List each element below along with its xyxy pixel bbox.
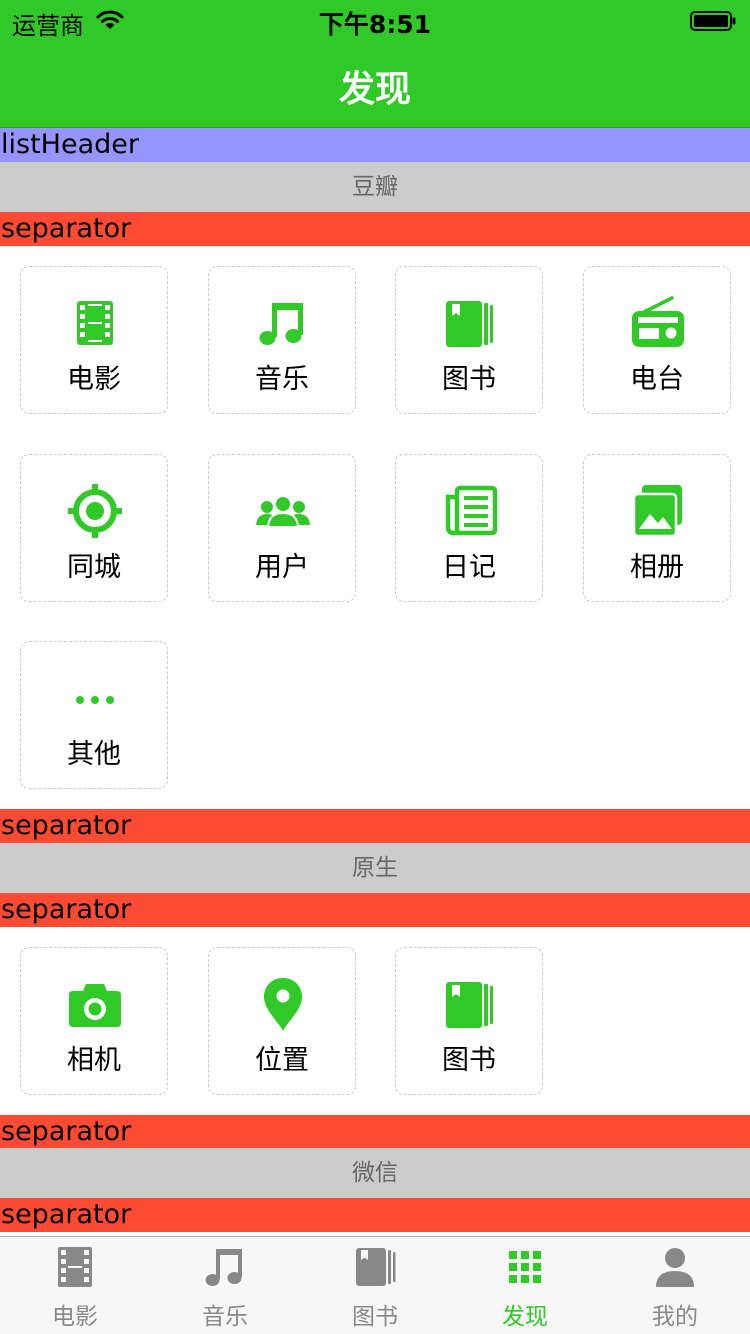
users-icon: [256, 495, 310, 528]
grid-item-other[interactable]: 其他: [20, 641, 168, 789]
location-target-icon: [68, 484, 122, 538]
grid-item-label: 相机: [67, 1045, 121, 1076]
tab-label: 音乐: [202, 1304, 248, 1330]
grid-item-label: 日记: [442, 552, 496, 583]
grid-item-label: 音乐: [255, 364, 309, 395]
book-icon: [446, 982, 493, 1028]
grid-item-location[interactable]: 位置: [208, 947, 356, 1095]
grid-item-label: 相册: [630, 552, 684, 583]
grid-item-label: 图书: [442, 1045, 496, 1076]
book-icon: [356, 1248, 396, 1286]
separator: separator: [0, 1198, 750, 1232]
grid-item-radio[interactable]: 电台: [583, 266, 731, 414]
music-note-icon: [205, 1249, 242, 1286]
status-time: 下午8:51: [318, 10, 432, 39]
grid-icon: [509, 1251, 541, 1283]
book-icon: [446, 301, 493, 347]
tab-label: 发现: [502, 1304, 548, 1330]
section-header-native: 原生: [0, 843, 750, 893]
separator: separator: [0, 212, 750, 246]
more-dots-icon: [76, 696, 114, 704]
grid-item-local[interactable]: 同城: [20, 454, 168, 602]
separator: separator: [0, 1115, 750, 1148]
separator: separator: [0, 893, 750, 927]
battery-icon: [690, 11, 736, 31]
grid-item-label: 用户: [255, 552, 309, 583]
grid-item-label: 同城: [67, 552, 121, 583]
section-header-douban: 豆瓣: [0, 162, 750, 212]
music-note-icon: [259, 303, 303, 345]
tab-movie[interactable]: 电影: [0, 1237, 150, 1334]
grid-item-camera[interactable]: 相机: [20, 947, 168, 1095]
grid-item-movie[interactable]: 电影: [20, 266, 168, 414]
separator: separator: [0, 809, 750, 843]
section-header-wechat: 微信: [0, 1148, 750, 1198]
list-header: listHeader: [0, 128, 750, 162]
page-title: 发现: [338, 69, 411, 110]
tab-bar: 电影 音乐 图书 发现 我的: [0, 1236, 750, 1334]
grid-item-native-book[interactable]: 图书: [395, 947, 543, 1095]
newspaper-icon: [445, 485, 498, 536]
tab-label: 图书: [352, 1304, 398, 1330]
grid-item-music[interactable]: 音乐: [208, 266, 356, 414]
tab-profile[interactable]: 我的: [600, 1237, 750, 1334]
grid-item-diary[interactable]: 日记: [395, 454, 543, 602]
navigation-bar: 发现: [0, 40, 750, 128]
tab-book[interactable]: 图书: [300, 1237, 450, 1334]
camera-icon: [69, 984, 121, 1027]
grid-item-label: 图书: [442, 364, 496, 395]
tab-music[interactable]: 音乐: [150, 1237, 300, 1334]
grid-item-users[interactable]: 用户: [208, 454, 356, 602]
radio-icon: [632, 296, 684, 347]
map-pin-icon: [264, 978, 302, 1031]
person-icon: [656, 1248, 694, 1287]
status-bar: 运营商 下午8:51: [0, 0, 750, 40]
film-icon: [58, 1247, 92, 1287]
grid-item-album[interactable]: 相册: [583, 454, 731, 602]
grid-item-label: 位置: [255, 1045, 309, 1076]
tab-discover[interactable]: 发现: [450, 1237, 600, 1334]
tab-label: 电影: [52, 1304, 98, 1330]
tab-label: 我的: [652, 1304, 698, 1330]
photo-album-icon: [632, 485, 682, 538]
film-icon: [77, 301, 113, 345]
grid-item-label: 电台: [630, 364, 684, 395]
grid-item-label: 其他: [67, 739, 121, 770]
grid-item-book[interactable]: 图书: [395, 266, 543, 414]
grid-item-label: 电影: [67, 364, 121, 395]
